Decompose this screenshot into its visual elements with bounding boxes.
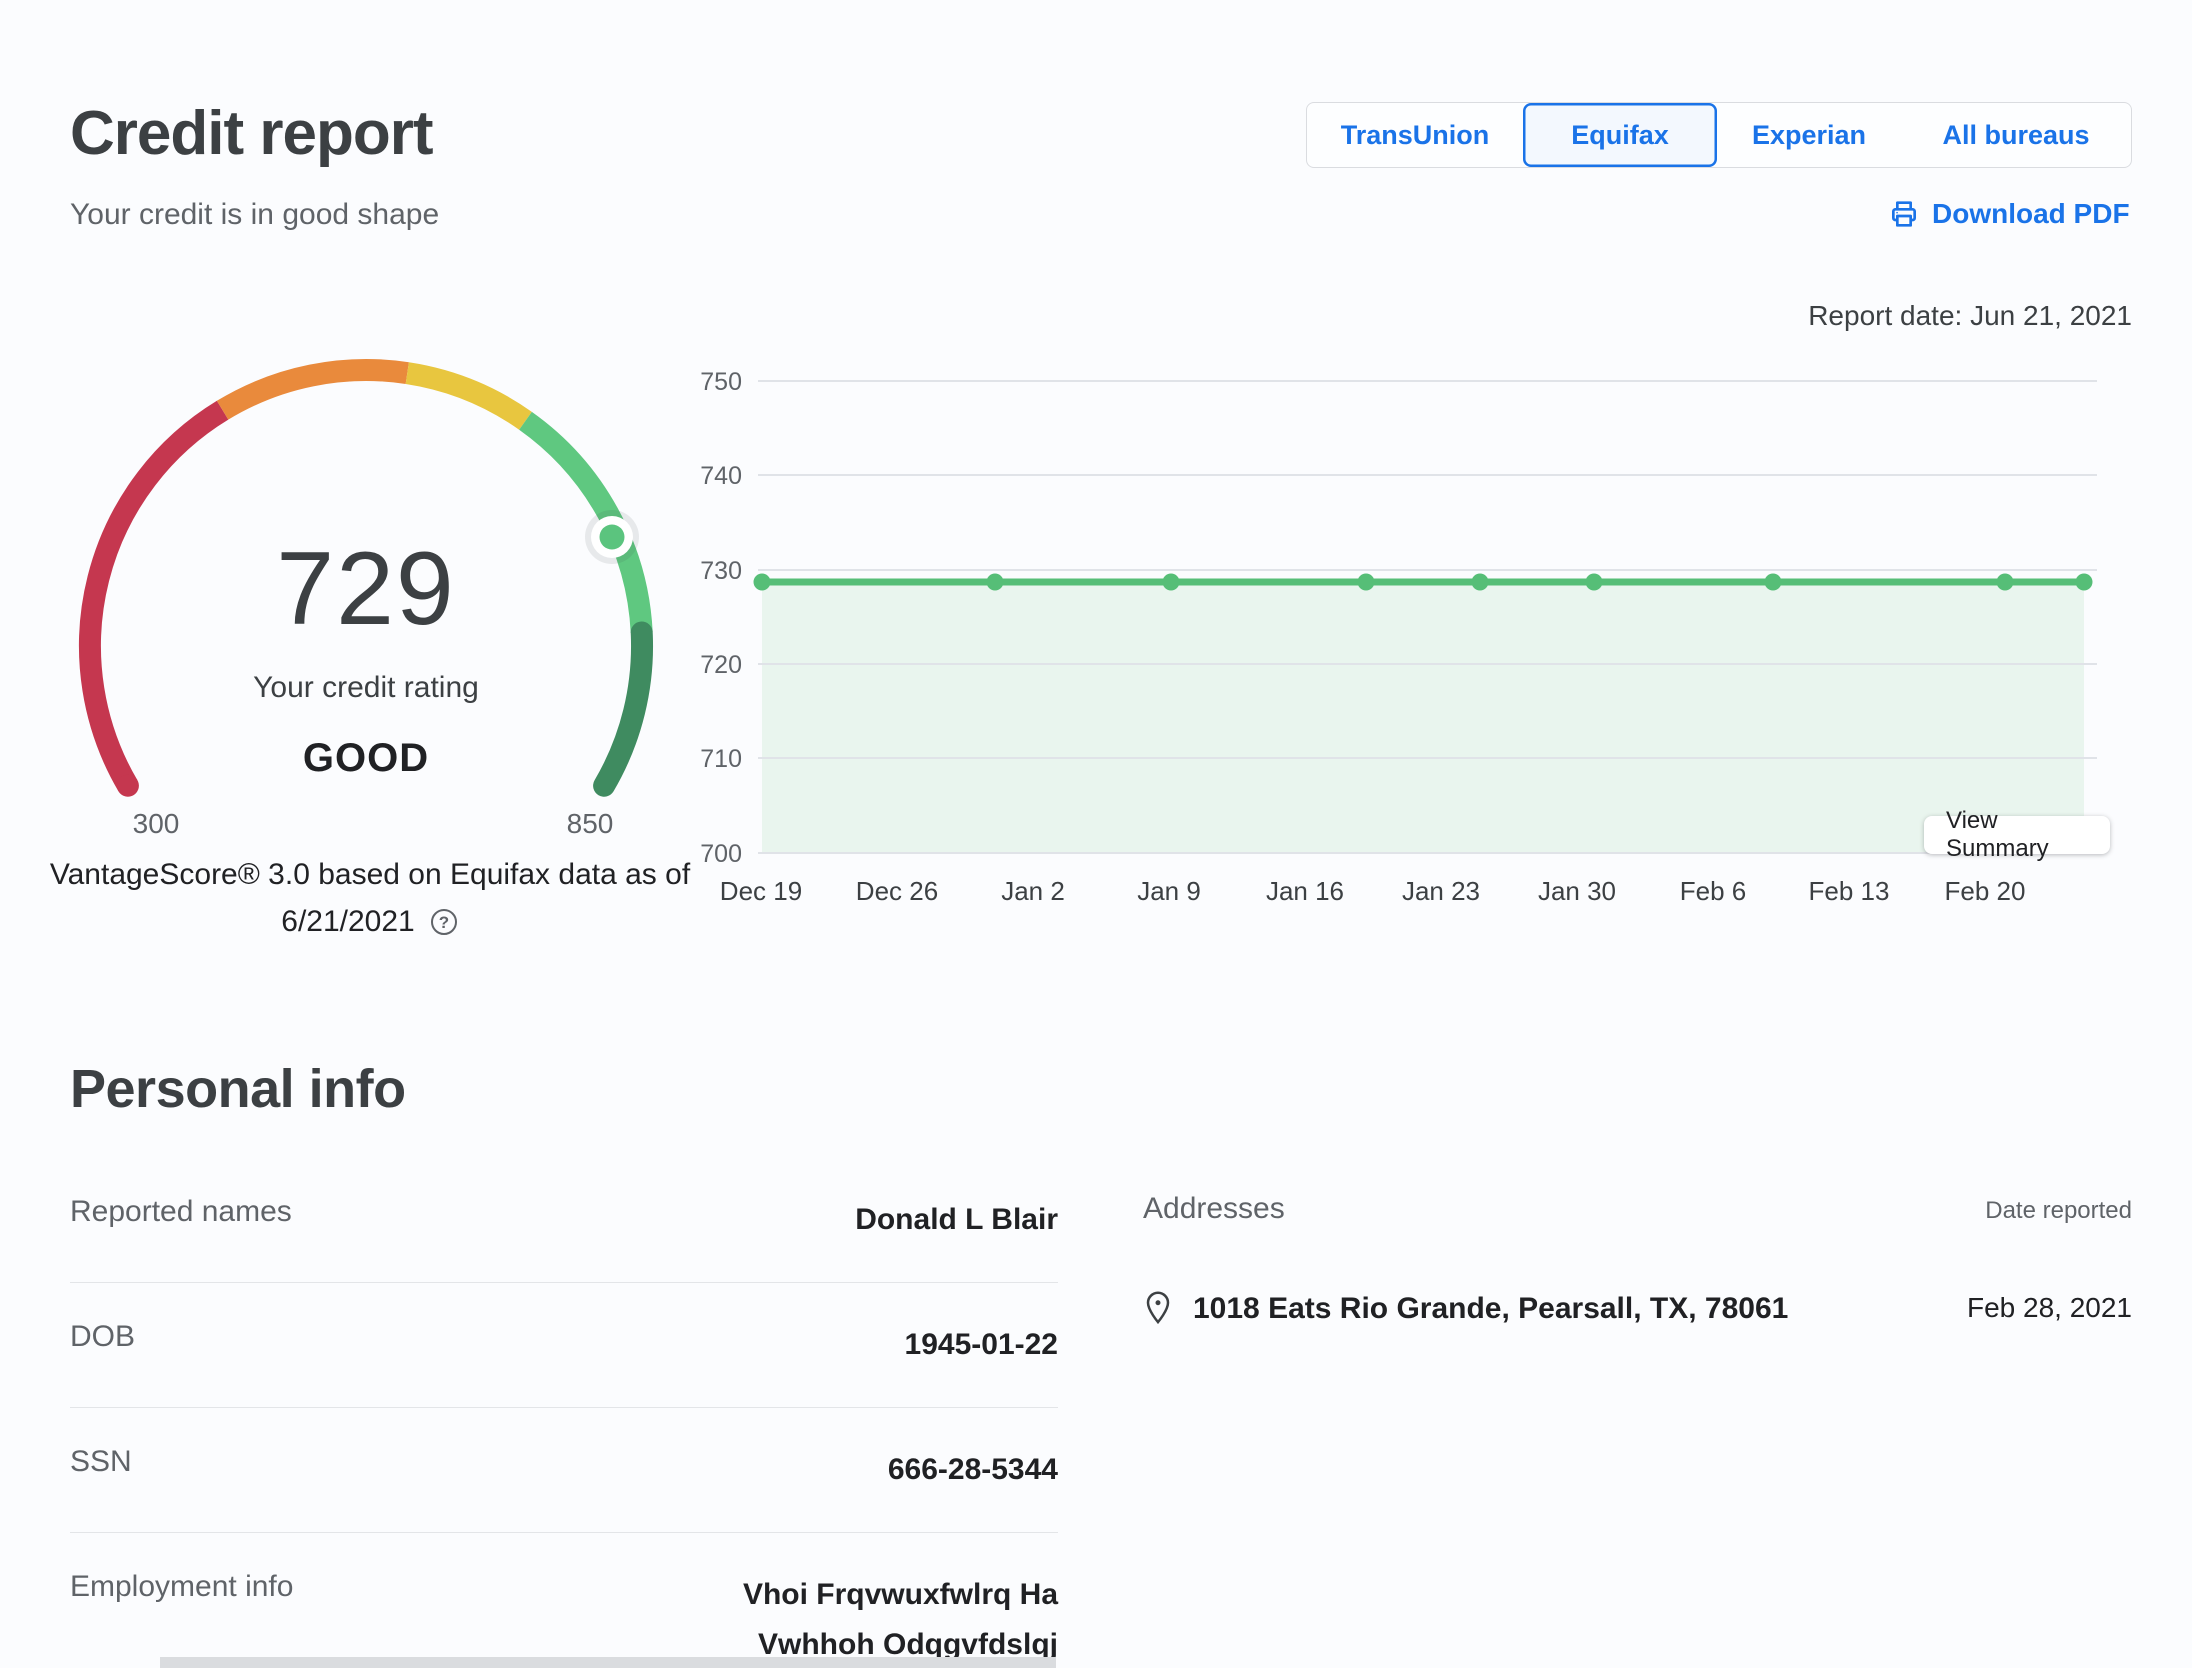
row-label: SSN: [70, 1445, 132, 1479]
gauge-min-label: 300: [106, 808, 206, 840]
credit-rating-badge: GOOD: [60, 736, 672, 781]
svg-text:Feb 13: Feb 13: [1809, 876, 1890, 906]
tab-equifax[interactable]: Equifax: [1523, 103, 1717, 167]
y-axis-labels: 750 740 730 720 710 700: [700, 368, 742, 868]
footnote-line2: 6/21/2021: [281, 899, 414, 945]
svg-text:Feb 6: Feb 6: [1680, 876, 1747, 906]
row-ssn: SSN 666-28-5344: [70, 1408, 1058, 1533]
location-pin-icon: [1143, 1290, 1173, 1328]
svg-text:Jan 16: Jan 16: [1266, 876, 1344, 906]
address-text: 1018 Eats Rio Grande, Pearsall, TX, 7806…: [1193, 1292, 1788, 1326]
row-value: 666-28-5344: [888, 1445, 1058, 1495]
svg-text:740: 740: [700, 462, 742, 490]
address-row: 1018 Eats Rio Grande, Pearsall, TX, 7806…: [1143, 1290, 2132, 1328]
svg-text:730: 730: [700, 557, 742, 585]
personal-info-list: Reported names Donald L Blair DOB 1945-0…: [70, 1158, 1058, 1668]
vantagescore-footnote: VantageScore® 3.0 based on Equifax data …: [40, 852, 700, 945]
personal-info-heading: Personal info: [70, 1058, 406, 1120]
svg-text:Jan 9: Jan 9: [1137, 876, 1201, 906]
help-icon[interactable]: ?: [429, 907, 459, 937]
row-label: Employment info: [70, 1570, 293, 1604]
address-date-reported: Feb 28, 2021: [1967, 1290, 2132, 1324]
x-axis-labels: Dec 19 Dec 26 Jan 2 Jan 9 Jan 16 Jan 23 …: [720, 876, 2026, 906]
addresses-section: Addresses Date reported 1018 Eats Rio Gr…: [1143, 1192, 2132, 1328]
download-pdf-label: Download PDF: [1932, 198, 2130, 230]
svg-text:720: 720: [700, 651, 742, 679]
svg-text:Feb 20: Feb 20: [1945, 876, 2026, 906]
page-subtitle: Your credit is in good shape: [70, 198, 439, 232]
svg-text:Jan 2: Jan 2: [1001, 876, 1065, 906]
row-employment-info: Employment info Vhoi Frqvwuxfwlrq Ha Vwh…: [70, 1533, 1058, 1668]
score-history-chart: 750 740 730 720 710 700: [690, 350, 2110, 920]
svg-text:700: 700: [700, 840, 742, 868]
tab-all-bureaus[interactable]: All bureaus: [1901, 103, 2131, 167]
addresses-heading: Addresses: [1143, 1192, 1285, 1226]
footnote-line1: VantageScore® 3.0 based on Equifax data …: [40, 852, 700, 898]
row-value: 1945-01-22: [905, 1320, 1058, 1370]
gauge-segment-yellow: [407, 373, 525, 421]
credit-score-gauge: 729 Your credit rating GOOD 300 850: [60, 330, 680, 875]
addresses-header: Addresses Date reported: [1143, 1192, 2132, 1226]
tab-transunion[interactable]: TransUnion: [1307, 103, 1523, 167]
svg-text:710: 710: [700, 745, 742, 773]
svg-text:Dec 19: Dec 19: [720, 876, 802, 906]
partially-visible-divider: [160, 1657, 1056, 1668]
bureau-tabs: TransUnion Equifax Experian All bureaus: [1306, 102, 2132, 168]
row-dob: DOB 1945-01-22: [70, 1283, 1058, 1408]
credit-score-caption: Your credit rating: [60, 671, 672, 705]
credit-score-value: 729: [60, 530, 672, 649]
row-label: DOB: [70, 1320, 135, 1354]
view-summary-button[interactable]: View Summary: [1924, 816, 2110, 854]
row-value: Donald L Blair: [855, 1195, 1058, 1245]
svg-text:?: ?: [439, 913, 449, 932]
date-reported-label: Date reported: [1985, 1197, 2132, 1225]
chart-area-fill: [762, 582, 2084, 853]
download-pdf-button[interactable]: Download PDF: [1888, 192, 2132, 236]
gauge-segment-orange: [223, 370, 408, 410]
svg-text:Jan 23: Jan 23: [1402, 876, 1480, 906]
tab-experian[interactable]: Experian: [1717, 103, 1901, 167]
credit-report-page: Credit report Your credit is in good sha…: [0, 0, 2192, 1668]
report-date: Report date: Jun 21, 2021: [1540, 300, 2132, 332]
printer-icon: [1888, 198, 1920, 230]
svg-text:Jan 30: Jan 30: [1538, 876, 1616, 906]
page-title: Credit report: [70, 98, 432, 169]
row-reported-names: Reported names Donald L Blair: [70, 1158, 1058, 1283]
line-chart: 750 740 730 720 710 700: [690, 350, 2110, 920]
svg-text:Dec 26: Dec 26: [856, 876, 938, 906]
row-value: Vhoi Frqvwuxfwlrq Ha Vwhhoh Odqgvfdslqj: [743, 1570, 1058, 1668]
gauge-max-label: 850: [540, 808, 640, 840]
svg-text:750: 750: [700, 368, 742, 396]
row-label: Reported names: [70, 1195, 292, 1229]
